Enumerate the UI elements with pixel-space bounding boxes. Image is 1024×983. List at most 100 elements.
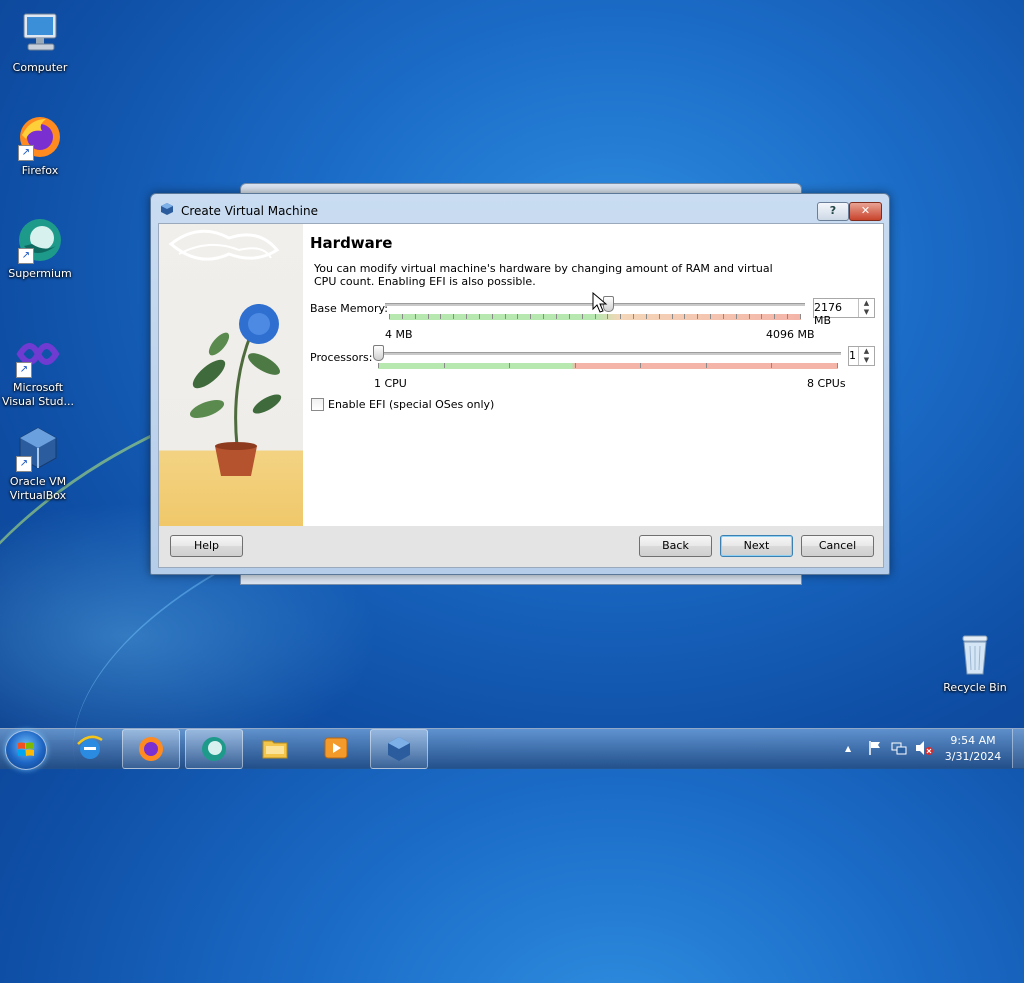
processors-spinbox[interactable]: 1 ▲ ▼ bbox=[848, 346, 875, 366]
scale-tick bbox=[402, 314, 403, 319]
dialog-title: Create Virtual Machine bbox=[181, 204, 318, 218]
desktop-icon-label: Microsoft Visual Stud... bbox=[1, 381, 75, 408]
memory-min-label: 4 MB bbox=[385, 328, 413, 341]
dialog-client: Hardware You can modify virtual machine'… bbox=[158, 223, 884, 568]
scale-tick bbox=[697, 314, 698, 319]
scale-tick bbox=[569, 314, 570, 319]
taskbar-media-player[interactable] bbox=[308, 729, 364, 767]
taskbar-virtualbox[interactable] bbox=[370, 729, 428, 769]
scale-tick bbox=[582, 314, 583, 319]
memory-ticks bbox=[389, 314, 801, 319]
media-player-icon bbox=[322, 734, 350, 762]
page-heading: Hardware bbox=[310, 234, 393, 252]
scale-tick bbox=[575, 363, 576, 368]
desktop-icon-label: Supermium bbox=[8, 267, 72, 280]
taskbar-file-explorer[interactable] bbox=[247, 729, 303, 767]
memory-decrement-button[interactable]: ▼ bbox=[859, 308, 874, 317]
scale-tick bbox=[837, 363, 838, 368]
virtualbox-icon: ↗ bbox=[14, 424, 62, 472]
clock-time: 9:54 AM bbox=[950, 734, 996, 747]
help-button[interactable]: Help bbox=[170, 535, 243, 557]
plant-illustration bbox=[159, 224, 303, 526]
memory-increment-button[interactable]: ▲ bbox=[859, 299, 874, 308]
scale-tick bbox=[640, 363, 641, 368]
tray-expand-icon[interactable]: ▲ bbox=[845, 744, 851, 753]
show-desktop-button[interactable] bbox=[1012, 729, 1024, 768]
supermium-icon: ↗ bbox=[16, 216, 64, 264]
taskbar-clock[interactable]: 9:54 AM 3/31/2024 bbox=[935, 733, 1011, 765]
desktop-icon-recycle-bin[interactable]: Recycle Bin bbox=[937, 630, 1013, 695]
processors-value: 1 bbox=[849, 349, 856, 362]
scale-tick bbox=[509, 363, 510, 368]
desktop-icon-label: Firefox bbox=[21, 164, 59, 177]
action-center-flag-icon[interactable] bbox=[867, 740, 883, 756]
scale-tick bbox=[453, 314, 454, 319]
virtualbox-icon bbox=[385, 735, 413, 763]
processors-slider-thumb[interactable] bbox=[373, 345, 384, 361]
scale-tick bbox=[479, 314, 480, 319]
shortcut-arrow-icon: ↗ bbox=[16, 456, 32, 472]
desktop-icon-firefox[interactable]: ↗ Firefox bbox=[2, 113, 78, 178]
scale-tick bbox=[620, 314, 621, 319]
memory-spinbox[interactable]: 2176 MB ▲ ▼ bbox=[813, 298, 875, 327]
scale-tick bbox=[595, 314, 596, 319]
volume-muted-icon[interactable] bbox=[915, 740, 933, 756]
computer-icon bbox=[16, 10, 64, 58]
processors-increment-button[interactable]: ▲ bbox=[859, 347, 874, 356]
desktop-icon-computer[interactable]: Computer bbox=[2, 10, 78, 75]
scale-tick bbox=[723, 314, 724, 319]
scale-tick bbox=[492, 314, 493, 319]
scale-tick bbox=[800, 314, 801, 319]
processors-max-label: 8 CPUs bbox=[807, 377, 846, 390]
back-button[interactable]: Back bbox=[639, 535, 712, 557]
efi-checkbox-label[interactable]: Enable EFI (special OSes only) bbox=[328, 398, 494, 411]
scale-tick bbox=[633, 314, 634, 319]
desktop-icon-label: Computer bbox=[12, 61, 68, 74]
dialog-content: Hardware You can modify virtual machine'… bbox=[159, 224, 883, 526]
shortcut-arrow-icon: ↗ bbox=[18, 248, 34, 264]
folder-icon bbox=[261, 734, 289, 762]
scale-tick bbox=[444, 363, 445, 368]
processors-decrement-button[interactable]: ▼ bbox=[859, 356, 874, 365]
scale-tick bbox=[543, 314, 544, 319]
scale-tick bbox=[787, 314, 788, 319]
next-button[interactable]: Next bbox=[720, 535, 793, 557]
processors-slider-track[interactable] bbox=[375, 352, 841, 355]
scale-tick bbox=[774, 314, 775, 319]
desktop-icon-label: Oracle VM VirtualBox bbox=[9, 475, 67, 502]
memory-max-label: 4096 MB bbox=[766, 328, 815, 341]
desktop-icon-visual-studio[interactable]: ↗ Microsoft Visual Stud... bbox=[0, 330, 76, 409]
scale-tick bbox=[517, 314, 518, 319]
scale-tick bbox=[710, 314, 711, 319]
internet-explorer-icon bbox=[76, 734, 104, 762]
scale-tick bbox=[672, 314, 673, 319]
titlebar-close-button[interactable]: ✕ bbox=[849, 202, 882, 221]
scale-tick bbox=[466, 314, 467, 319]
dialog-titlebar[interactable]: Create Virtual Machine ? ✕ bbox=[151, 194, 889, 222]
network-icon[interactable] bbox=[891, 740, 907, 756]
scale-tick bbox=[761, 314, 762, 319]
mouse-cursor-icon bbox=[592, 291, 608, 314]
scale-tick bbox=[530, 314, 531, 319]
recycle-bin-icon bbox=[951, 630, 999, 678]
taskbar-supermium[interactable] bbox=[185, 729, 243, 769]
cancel-button[interactable]: Cancel bbox=[801, 535, 874, 557]
scale-tick bbox=[646, 314, 647, 319]
scale-tick bbox=[428, 314, 429, 319]
scale-tick bbox=[706, 363, 707, 368]
scale-tick bbox=[736, 314, 737, 319]
processors-ticks bbox=[378, 363, 838, 368]
taskbar-firefox[interactable] bbox=[122, 729, 180, 769]
efi-checkbox[interactable] bbox=[311, 398, 324, 411]
scale-tick bbox=[389, 314, 390, 319]
desktop-icon-supermium[interactable]: ↗ Supermium bbox=[2, 216, 78, 281]
processors-label: Processors: bbox=[310, 351, 373, 364]
start-button[interactable] bbox=[5, 730, 47, 770]
scale-tick bbox=[505, 314, 506, 319]
memory-label: Base Memory: bbox=[310, 302, 388, 315]
titlebar-help-button[interactable]: ? bbox=[817, 202, 849, 221]
desktop-icon-virtualbox[interactable]: ↗ Oracle VM VirtualBox bbox=[0, 424, 76, 503]
shortcut-arrow-icon: ↗ bbox=[16, 362, 32, 378]
create-vm-dialog: Create Virtual Machine ? ✕ Hardware You … bbox=[150, 193, 890, 575]
taskbar-internet-explorer[interactable] bbox=[62, 729, 118, 767]
